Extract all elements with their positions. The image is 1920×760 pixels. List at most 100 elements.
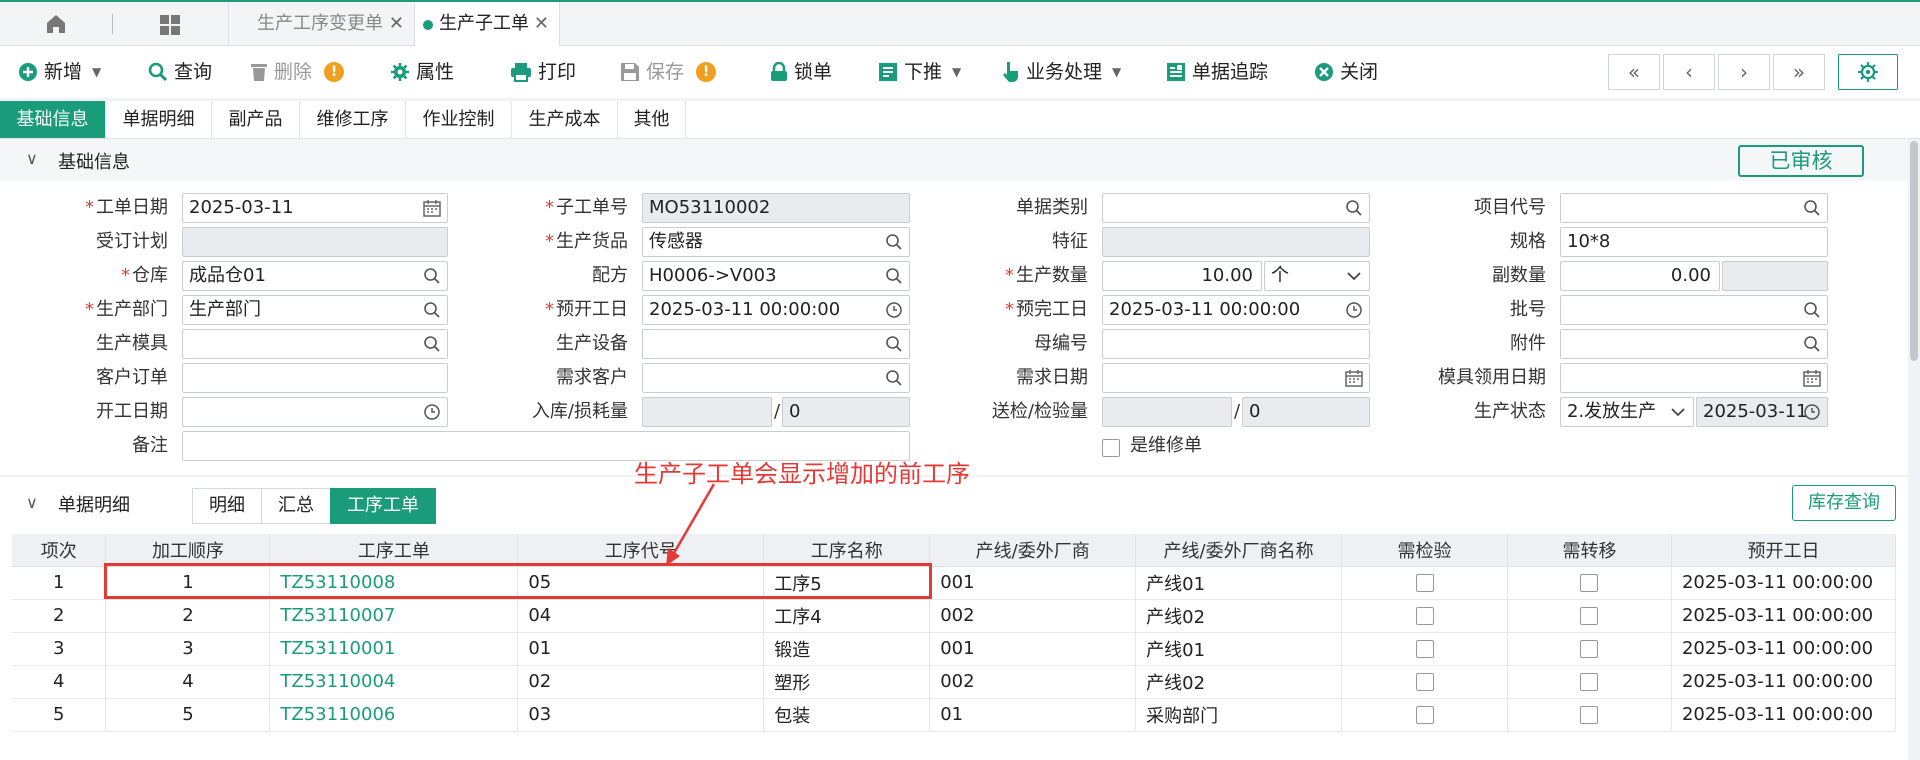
column-header[interactable]: 加工顺序: [105, 534, 271, 567]
customer-order-field[interactable]: [182, 363, 448, 393]
prod-status-select[interactable]: 2.发放生产: [1560, 397, 1694, 427]
column-header[interactable]: 工序代号: [517, 534, 765, 567]
column-header[interactable]: 工序名称: [763, 534, 931, 567]
repair-checkbox[interactable]: [1102, 439, 1120, 457]
business-button[interactable]: 业务处理 ▼: [1002, 58, 1121, 86]
sub-unit-field[interactable]: [1722, 261, 1828, 291]
column-header[interactable]: 需转移: [1507, 534, 1672, 567]
plan-start-field[interactable]: 2025-03-11 00:00:00: [642, 295, 910, 325]
trace-button[interactable]: 单据追踪: [1166, 58, 1268, 86]
print-button[interactable]: 打印: [510, 58, 576, 86]
dept-field[interactable]: 生产部门: [182, 295, 448, 325]
loss-qty-field[interactable]: 0: [782, 397, 910, 427]
search-icon[interactable]: [423, 267, 441, 285]
column-header[interactable]: 预开工日: [1671, 534, 1897, 567]
home-icon[interactable]: [42, 12, 70, 36]
detail-tab-items[interactable]: 明细: [192, 488, 262, 524]
subtab-repair[interactable]: 维修工序: [300, 101, 406, 138]
lock-button[interactable]: 锁单: [770, 58, 832, 86]
basic-info-header[interactable]: ∨ 基础信息 已审核: [0, 139, 1908, 181]
calendar-icon[interactable]: [423, 199, 441, 217]
search-icon[interactable]: [885, 335, 903, 353]
demand-date-field[interactable]: [1102, 363, 1370, 393]
search-icon[interactable]: [885, 369, 903, 387]
clock-icon[interactable]: [1803, 403, 1821, 421]
inspect-send-field[interactable]: [1102, 397, 1232, 427]
need-inspection-checkbox[interactable]: [1415, 607, 1434, 625]
subtab-job-control[interactable]: 作业控制: [406, 101, 512, 138]
batch-field[interactable]: [1560, 295, 1828, 325]
start-date-field[interactable]: [182, 397, 448, 427]
clock-icon[interactable]: [423, 403, 441, 421]
column-header[interactable]: 项次: [12, 534, 107, 567]
process-order-link[interactable]: TZ53110007: [269, 599, 519, 633]
process-order-link[interactable]: TZ53110001: [269, 632, 519, 666]
clock-icon[interactable]: [885, 301, 903, 319]
query-button[interactable]: 查询: [148, 58, 212, 86]
close-button[interactable]: 关闭: [1314, 58, 1378, 86]
push-down-button[interactable]: 下推 ▼: [878, 58, 961, 86]
need-inspection-checkbox[interactable]: [1415, 673, 1434, 691]
chevron-down-icon[interactable]: ∨: [26, 149, 38, 168]
mold-field[interactable]: [182, 329, 448, 359]
close-icon[interactable]: ✕: [534, 2, 549, 46]
process-order-link[interactable]: TZ53110004: [269, 665, 519, 699]
subtab-basic[interactable]: 基础信息: [0, 101, 106, 138]
project-code-field[interactable]: [1560, 193, 1828, 223]
plan-end-field[interactable]: 2025-03-11 00:00:00: [1102, 295, 1370, 325]
search-icon[interactable]: [423, 335, 441, 353]
formula-field[interactable]: H0006->V003: [642, 261, 910, 291]
need-transfer-checkbox[interactable]: [1580, 706, 1599, 724]
properties-button[interactable]: 属性: [390, 58, 454, 86]
detail-tab-process-orders[interactable]: 工序工单: [330, 488, 436, 524]
sub-qty-field[interactable]: 0.00: [1560, 261, 1720, 291]
need-inspection-checkbox[interactable]: [1415, 574, 1434, 592]
table-row[interactable]: 3 3 TZ53110001 01 锻造 001 产线01 2025-03-11…: [12, 632, 1897, 666]
need-transfer-checkbox[interactable]: [1580, 574, 1599, 592]
warehouse-field[interactable]: 成品仓01: [182, 261, 448, 291]
save-button[interactable]: 保存!: [620, 58, 717, 86]
sub-no-field[interactable]: MO53110002: [642, 193, 910, 223]
column-header[interactable]: 需检验: [1341, 534, 1508, 567]
work-date-field[interactable]: 2025-03-11: [182, 193, 448, 223]
goods-field[interactable]: 传感器: [642, 227, 910, 257]
need-transfer-checkbox[interactable]: [1580, 673, 1599, 691]
settings-button[interactable]: [1838, 54, 1898, 90]
close-icon[interactable]: ✕: [389, 2, 404, 46]
demand-customer-field[interactable]: [642, 363, 910, 393]
table-row[interactable]: 5 5 TZ53110006 03 包装 01 采购部门 2025-03-11 …: [12, 698, 1897, 732]
apps-grid-icon[interactable]: [158, 13, 182, 37]
search-icon[interactable]: [885, 267, 903, 285]
equipment-field[interactable]: [642, 329, 910, 359]
last-record-button[interactable]: »: [1773, 54, 1825, 90]
unit-select[interactable]: 个: [1264, 261, 1370, 291]
inspect-qty-field[interactable]: 0: [1242, 397, 1370, 427]
attachment-field[interactable]: [1560, 329, 1828, 359]
need-inspection-checkbox[interactable]: [1415, 706, 1434, 724]
column-header[interactable]: 产线/委外厂商名称: [1135, 534, 1343, 567]
scrollbar-thumb[interactable]: [1910, 141, 1918, 361]
need-transfer-checkbox[interactable]: [1580, 607, 1599, 625]
column-header[interactable]: 产线/委外厂商: [929, 534, 1137, 567]
need-transfer-checkbox[interactable]: [1580, 640, 1599, 658]
subtab-other[interactable]: 其他: [618, 101, 686, 138]
search-icon[interactable]: [1803, 199, 1821, 217]
new-button[interactable]: 新增 ▼: [18, 58, 101, 86]
first-record-button[interactable]: «: [1608, 54, 1660, 90]
next-record-button[interactable]: ›: [1718, 54, 1770, 90]
inbound-qty-field[interactable]: [642, 397, 772, 427]
calendar-icon[interactable]: [1803, 369, 1821, 387]
table-row[interactable]: 4 4 TZ53110004 02 塑形 002 产线02 2025-03-11…: [12, 665, 1897, 699]
parent-no-field[interactable]: [1102, 329, 1370, 359]
column-header[interactable]: 工序工单: [269, 534, 519, 567]
detail-tab-summary[interactable]: 汇总: [261, 488, 331, 524]
subtab-byproduct[interactable]: 副产品: [212, 101, 300, 138]
search-icon[interactable]: [1803, 335, 1821, 353]
subtab-details[interactable]: 单据明细: [106, 101, 212, 138]
subtab-cost[interactable]: 生产成本: [512, 101, 618, 138]
calendar-icon[interactable]: [1345, 369, 1363, 387]
search-icon[interactable]: [1345, 199, 1363, 217]
feature-field[interactable]: [1102, 227, 1370, 257]
qty-field[interactable]: 10.00: [1102, 261, 1262, 291]
prod-status-date-field[interactable]: 2025-03-11: [1696, 397, 1828, 427]
